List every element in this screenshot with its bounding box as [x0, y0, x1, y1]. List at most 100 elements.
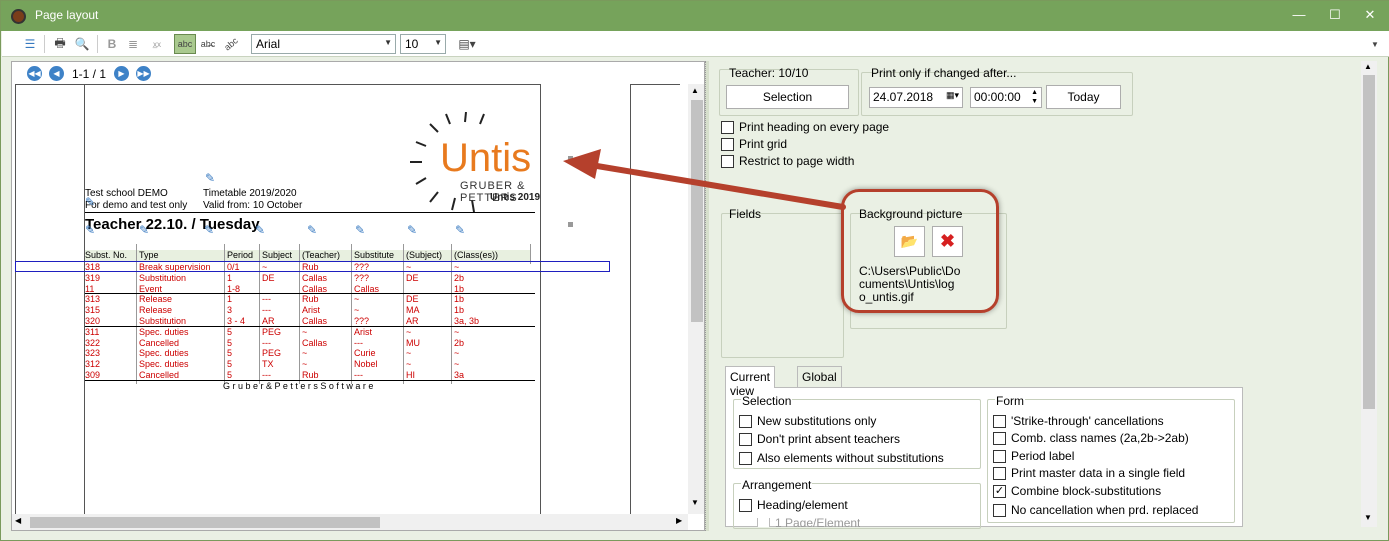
- abc-rotate-icon[interactable]: abc: [216, 29, 246, 58]
- print-heading-checkbox[interactable]: Print heading on every page: [721, 120, 889, 134]
- edit-pencil-icon[interactable]: ✎: [85, 196, 97, 208]
- table-cell: AR: [262, 316, 275, 326]
- date-picker[interactable]: 24.07.2018 ▦▾: [869, 87, 963, 108]
- combine-block-subs-checkbox[interactable]: ✓ Combine block-substitutions: [993, 484, 1161, 498]
- align-icon[interactable]: ≣: [123, 34, 143, 54]
- table-cell: Callas: [302, 337, 328, 348]
- close-button[interactable]: ✕: [1356, 4, 1384, 26]
- table-cell: 322: [85, 337, 101, 348]
- table-cell: ~: [262, 262, 268, 272]
- logo-text: Untis: [440, 136, 532, 180]
- today-button[interactable]: Today: [1046, 85, 1121, 109]
- table-cell: Callas: [302, 316, 328, 326]
- table-row: 313 Release 1 --- Rub ~ DE 1b: [85, 294, 535, 305]
- table-cell: ~: [302, 326, 308, 337]
- edit-pencil-icon[interactable]: ✎: [255, 224, 267, 236]
- toolbar-overflow-icon[interactable]: ▼: [1368, 34, 1382, 54]
- print-icon[interactable]: 🖶: [50, 34, 70, 54]
- table-cell: HI: [406, 370, 415, 380]
- edit-pencil-icon[interactable]: ✎: [407, 224, 419, 236]
- report-footer: G r u b e r & P e t t e r s S o f t w a …: [223, 381, 374, 391]
- one-page-element-checkbox[interactable]: 1 Page/Element: [757, 518, 860, 527]
- table-cell: DE: [262, 272, 275, 283]
- table-cell: Release: [139, 294, 173, 305]
- table-header: Subst. No. Type Period Subject (Teacher)…: [85, 250, 530, 261]
- new-substitutions-checkbox[interactable]: New substitutions only: [739, 414, 876, 428]
- tab-current-view[interactable]: Current view: [725, 366, 776, 398]
- period-label-checkbox[interactable]: Period label: [993, 449, 1074, 463]
- demo-note: For demo and test only: [85, 200, 188, 211]
- table-cell: Substitution: [139, 316, 187, 326]
- edit-pencil-icon[interactable]: ✎: [307, 224, 319, 236]
- untis-logo: Untis GRUBER & PETTERS Untis 2019: [400, 112, 560, 212]
- font-size-select[interactable]: 10 ▼: [400, 34, 446, 54]
- time-field[interactable]: 00:00:00 ▲ ▼: [970, 87, 1042, 108]
- table-row: 312 Spec. duties 5 TX ~ Nobel ~ ~: [85, 359, 535, 370]
- table-cell: Break supervision: [139, 262, 211, 272]
- heading-element-checkbox[interactable]: Heading/element: [739, 498, 848, 512]
- edit-pencil-icon[interactable]: ✎: [204, 224, 216, 236]
- table-cell: ~: [406, 262, 412, 272]
- tab-global[interactable]: Global: [797, 366, 842, 388]
- edit-pencil-icon[interactable]: ✎: [355, 224, 367, 236]
- table-cell: Arist: [354, 326, 372, 337]
- maximize-button[interactable]: ☐: [1321, 4, 1349, 26]
- edit-pencil-icon[interactable]: ✎: [139, 224, 151, 236]
- table-cell: DE: [406, 294, 419, 305]
- table-cell: 5: [227, 326, 233, 337]
- page-format-icon[interactable]: ▤▾: [452, 34, 482, 54]
- settings-vertical-scrollbar[interactable]: ▲ ▼: [1361, 61, 1377, 527]
- form-group-label: Form: [995, 394, 1025, 408]
- last-page-icon[interactable]: ▶▶: [136, 66, 151, 81]
- table-cell: 311: [85, 326, 100, 337]
- table-cell: ~: [302, 359, 308, 370]
- valid-from: Valid from: 10 October: [203, 200, 303, 211]
- selection-button[interactable]: Selection: [726, 85, 849, 109]
- master-data-single-field-checkbox[interactable]: Print master data in a single field: [993, 466, 1185, 480]
- table-row: 319 Substitution 1 DE Callas??? DE 2b: [85, 273, 535, 284]
- edit-pencil-icon[interactable]: ✎: [85, 224, 97, 236]
- table-cell: 3a: [454, 370, 465, 380]
- abc-strike-icon[interactable]: ab̶c: [198, 34, 218, 54]
- table-cell: ~: [406, 348, 412, 359]
- prev-page-icon[interactable]: ◀: [49, 66, 64, 81]
- table-cell: MU: [406, 337, 420, 348]
- table-cell: ~: [354, 305, 360, 316]
- abc-toggle-button[interactable]: abc: [174, 34, 196, 54]
- minimize-button[interactable]: —: [1285, 4, 1313, 26]
- next-page-icon[interactable]: ▶: [114, 66, 129, 81]
- table-cell: TX: [262, 359, 274, 370]
- print-preview-icon[interactable]: 🔍: [72, 34, 92, 54]
- table-row: 323 Spec. duties 5 PEG ~ Curie ~ ~: [85, 348, 535, 359]
- strike-through-checkbox[interactable]: 'Strike-through' cancellations: [993, 414, 1164, 428]
- title-bar: Page layout — ☐ ✕: [1, 1, 1389, 31]
- table-cell: ---: [262, 294, 271, 305]
- edit-pencil-icon[interactable]: ✎: [205, 172, 217, 184]
- first-page-icon[interactable]: ◀◀: [27, 66, 42, 81]
- table-cell: 323: [85, 348, 101, 359]
- table-cell: Nobel: [354, 359, 378, 370]
- table-cell: Substitution: [139, 272, 187, 283]
- layout-icon[interactable]: ☰: [20, 34, 40, 54]
- table-cell: Cancelled: [139, 337, 180, 348]
- table-cell: PEG: [262, 348, 282, 359]
- no-cancellation-checkbox[interactable]: No cancellation when prd. replaced: [993, 503, 1198, 517]
- dont-print-absent-checkbox[interactable]: Don't print absent teachers: [739, 432, 900, 446]
- table-cell: 319: [85, 272, 101, 283]
- preview-horizontal-scrollbar[interactable]: ◀ ▶: [12, 514, 688, 530]
- comb-class-names-checkbox[interactable]: Comb. class names (2a,2b->2ab): [993, 431, 1189, 445]
- preview-navbar: ◀◀ ◀ 1-1 / 1 ▶ ▶▶: [12, 62, 702, 84]
- toolbar: ☰ 🖶 🔍 B ≣ x̲x abc ab̶c abc Arial ▼ 10 ▼ ▤▾…: [2, 31, 1389, 57]
- table-cell: PEG: [262, 326, 282, 337]
- edit-pencil-icon[interactable]: ✎: [455, 224, 467, 236]
- bold-button[interactable]: B: [102, 34, 122, 54]
- font-select[interactable]: Arial ▼: [251, 34, 396, 54]
- elements-without-subs-checkbox[interactable]: Also elements without substitutions: [739, 451, 944, 465]
- table-cell: 0/1: [227, 262, 240, 272]
- format-icon[interactable]: x̲x: [145, 34, 169, 54]
- table-cell: ---: [354, 337, 363, 348]
- table-row: 322 Cancelled 5 --- Callas --- MU 2b: [85, 338, 535, 349]
- table-cell: 1-8: [227, 283, 241, 294]
- table-cell: DE: [406, 272, 419, 283]
- table-cell: Arist: [302, 305, 320, 316]
